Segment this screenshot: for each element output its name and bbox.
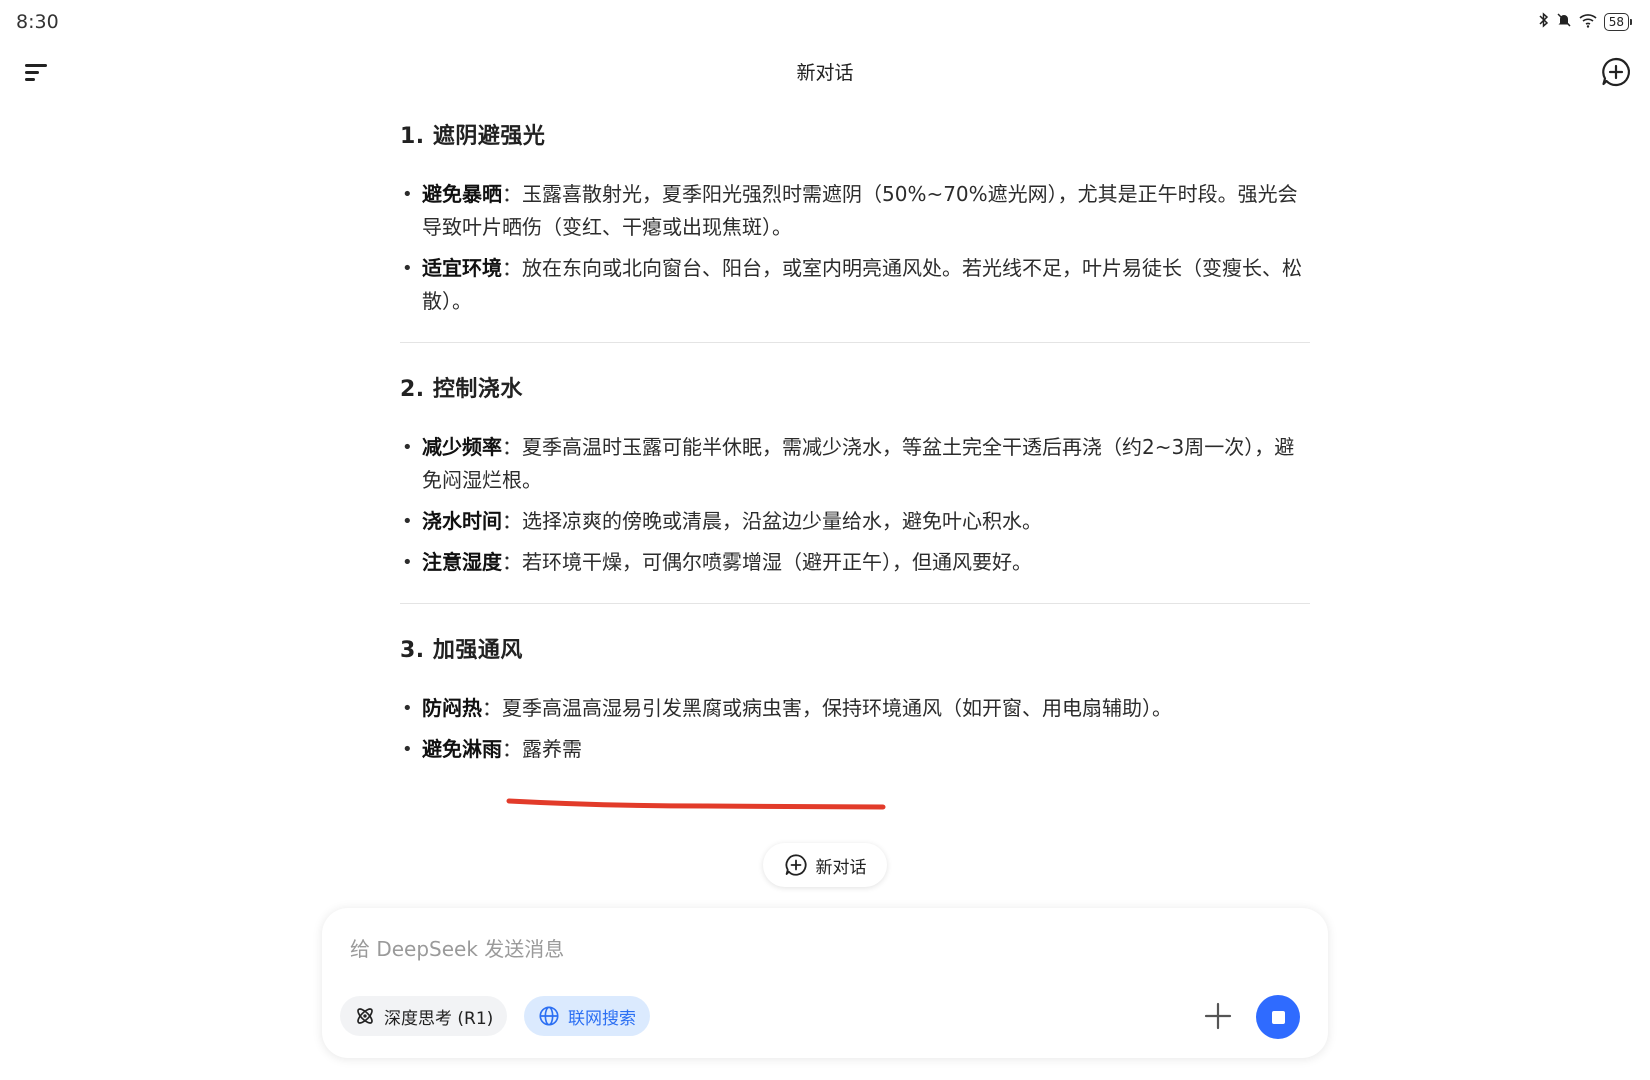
section-divider xyxy=(400,603,1310,604)
bullet-sep: ： xyxy=(482,696,502,720)
web-search-toggle[interactable]: 联网搜索 xyxy=(524,996,650,1036)
list-item: • 浇水时间：选择凉爽的傍晚或清晨，沿盆边少量给水，避免叶心积水。 xyxy=(400,505,1310,538)
bullet-sep: ： xyxy=(502,256,522,280)
bullet-dot: • xyxy=(402,739,413,760)
section-title: 3. 加强通风 xyxy=(400,638,523,663)
new-chat-icon[interactable] xyxy=(1600,56,1632,88)
bullet-list: • 减少频率：夏季高温时玉露可能半休眠，需减少浇水，等盆土完全干透后再浇（约2~… xyxy=(400,431,1310,579)
list-item: • 适宜环境：放在东向或北向窗台、阳台，或室内明亮通风处。若光线不足，叶片易徒长… xyxy=(400,252,1310,318)
bullet-text: 夏季高温时玉露可能半休眠，需减少浇水，等盆土完全干透后再浇（约2~3周一次），避… xyxy=(422,435,1295,492)
bullet-text: 夏季高温高湿易引发黑腐或病虫害，保持环境通风（如开窗、用电扇辅助）。 xyxy=(502,696,1172,720)
bullet-term: 注意湿度 xyxy=(422,550,502,574)
bullet-term: 防闷热 xyxy=(422,696,482,720)
bullet-list: • 防闷热：夏季高温高湿易引发黑腐或病虫害，保持环境通风（如开窗、用电扇辅助）。… xyxy=(400,692,1310,766)
stop-generation-button[interactable] xyxy=(1256,995,1300,1039)
attach-plus-button[interactable] xyxy=(1202,1000,1234,1032)
message-composer: 深度思考 (R1) 联网搜索 xyxy=(322,908,1328,1058)
deep-think-toggle[interactable]: 深度思考 (R1) xyxy=(340,996,508,1036)
list-item: • 避免淋雨：露养需 xyxy=(400,733,1310,766)
status-time: 8:30 xyxy=(16,11,59,33)
bullet-term: 避免淋雨 xyxy=(422,737,502,761)
list-item: • 避免暴晒：玉露喜散射光，夏季阳光强烈时需遮阴（50%~70%遮光网），尤其是… xyxy=(400,178,1310,244)
status-icons: 58 xyxy=(1538,12,1632,31)
stop-icon xyxy=(1271,1010,1285,1024)
list-item: • 防闷热：夏季高温高湿易引发黑腐或病虫害，保持环境通风（如开窗、用电扇辅助）。 xyxy=(400,692,1310,725)
bullet-text: 放在东向或北向窗台、阳台，或室内明亮通风处。若光线不足，叶片易徒长（变瘦长、松散… xyxy=(422,256,1302,313)
bullet-dot: • xyxy=(402,184,413,205)
bullet-sep: ： xyxy=(502,737,522,761)
bullet-term: 减少频率 xyxy=(422,435,502,459)
bullet-sep: ： xyxy=(502,509,522,533)
message-input[interactable] xyxy=(348,928,1252,970)
bullet-dot: • xyxy=(402,511,413,532)
bullet-term: 浇水时间 xyxy=(422,509,502,533)
section-title: 2. 控制浇水 xyxy=(400,377,523,402)
bullet-text: 若环境干燥，可偶尔喷雾增湿（避开正午），但通风要好。 xyxy=(522,550,1032,574)
battery-icon: 58 xyxy=(1603,12,1632,31)
bullet-text: 玉露喜散射光，夏季阳光强烈时需遮阴（50%~70%遮光网），尤其是正午时段。强光… xyxy=(422,182,1298,239)
deep-think-label: 深度思考 (R1) xyxy=(384,1008,494,1029)
bullet-dot: • xyxy=(402,552,413,573)
globe-icon xyxy=(539,1006,559,1026)
list-item: • 注意湿度：若环境干燥，可偶尔喷雾增湿（避开正午），但通风要好。 xyxy=(400,546,1310,579)
new-chat-button[interactable]: 新对话 xyxy=(763,843,887,887)
page-title: 新对话 xyxy=(796,62,854,84)
bullet-list: • 避免暴晒：玉露喜散射光，夏季阳光强烈时需遮阴（50%~70%遮光网），尤其是… xyxy=(400,178,1310,318)
bluetooth-icon xyxy=(1538,12,1550,31)
web-search-label: 联网搜索 xyxy=(568,1008,636,1029)
bullet-term: 适宜环境 xyxy=(422,256,502,280)
red-annotation-stroke xyxy=(506,798,886,810)
battery-level: 58 xyxy=(1603,12,1629,31)
bullet-dot: • xyxy=(402,698,413,719)
new-chat-label: 新对话 xyxy=(815,857,867,878)
bullet-dot: • xyxy=(402,258,413,279)
list-item: • 减少频率：夏季高温时玉露可能半休眠，需减少浇水，等盆土完全干透后再浇（约2~… xyxy=(400,431,1310,497)
bullet-text: 选择凉爽的傍晚或清晨，沿盆边少量给水，避免叶心积水。 xyxy=(522,509,1042,533)
bullet-sep: ： xyxy=(502,435,522,459)
section: 3. 加强通风 • 防闷热：夏季高温高湿易引发黑腐或病虫害，保持环境通风（如开窗… xyxy=(400,632,1310,766)
section: 2. 控制浇水 • 减少频率：夏季高温时玉露可能半休眠，需减少浇水，等盆土完全干… xyxy=(400,371,1310,579)
section-divider xyxy=(400,342,1310,343)
message-content: 1. 遮阴避强光 • 避免暴晒：玉露喜散射光，夏季阳光强烈时需遮阴（50%~70… xyxy=(400,118,1310,774)
bullet-sep: ： xyxy=(502,550,522,574)
bullet-dot: • xyxy=(402,437,413,458)
section: 1. 遮阴避强光 • 避免暴晒：玉露喜散射光，夏季阳光强烈时需遮阴（50%~70… xyxy=(400,118,1310,318)
atom-icon xyxy=(357,1008,373,1024)
mute-icon xyxy=(1556,12,1572,31)
section-title: 1. 遮阴避强光 xyxy=(400,124,546,149)
bullet-text: 露养需 xyxy=(522,737,582,761)
bullet-sep: ： xyxy=(502,182,522,206)
plus-icon xyxy=(1204,1002,1232,1030)
battery-tip xyxy=(1630,18,1632,25)
wifi-icon xyxy=(1578,12,1598,31)
new-chat-pill-icon xyxy=(785,854,807,876)
bullet-term: 避免暴晒 xyxy=(422,182,502,206)
